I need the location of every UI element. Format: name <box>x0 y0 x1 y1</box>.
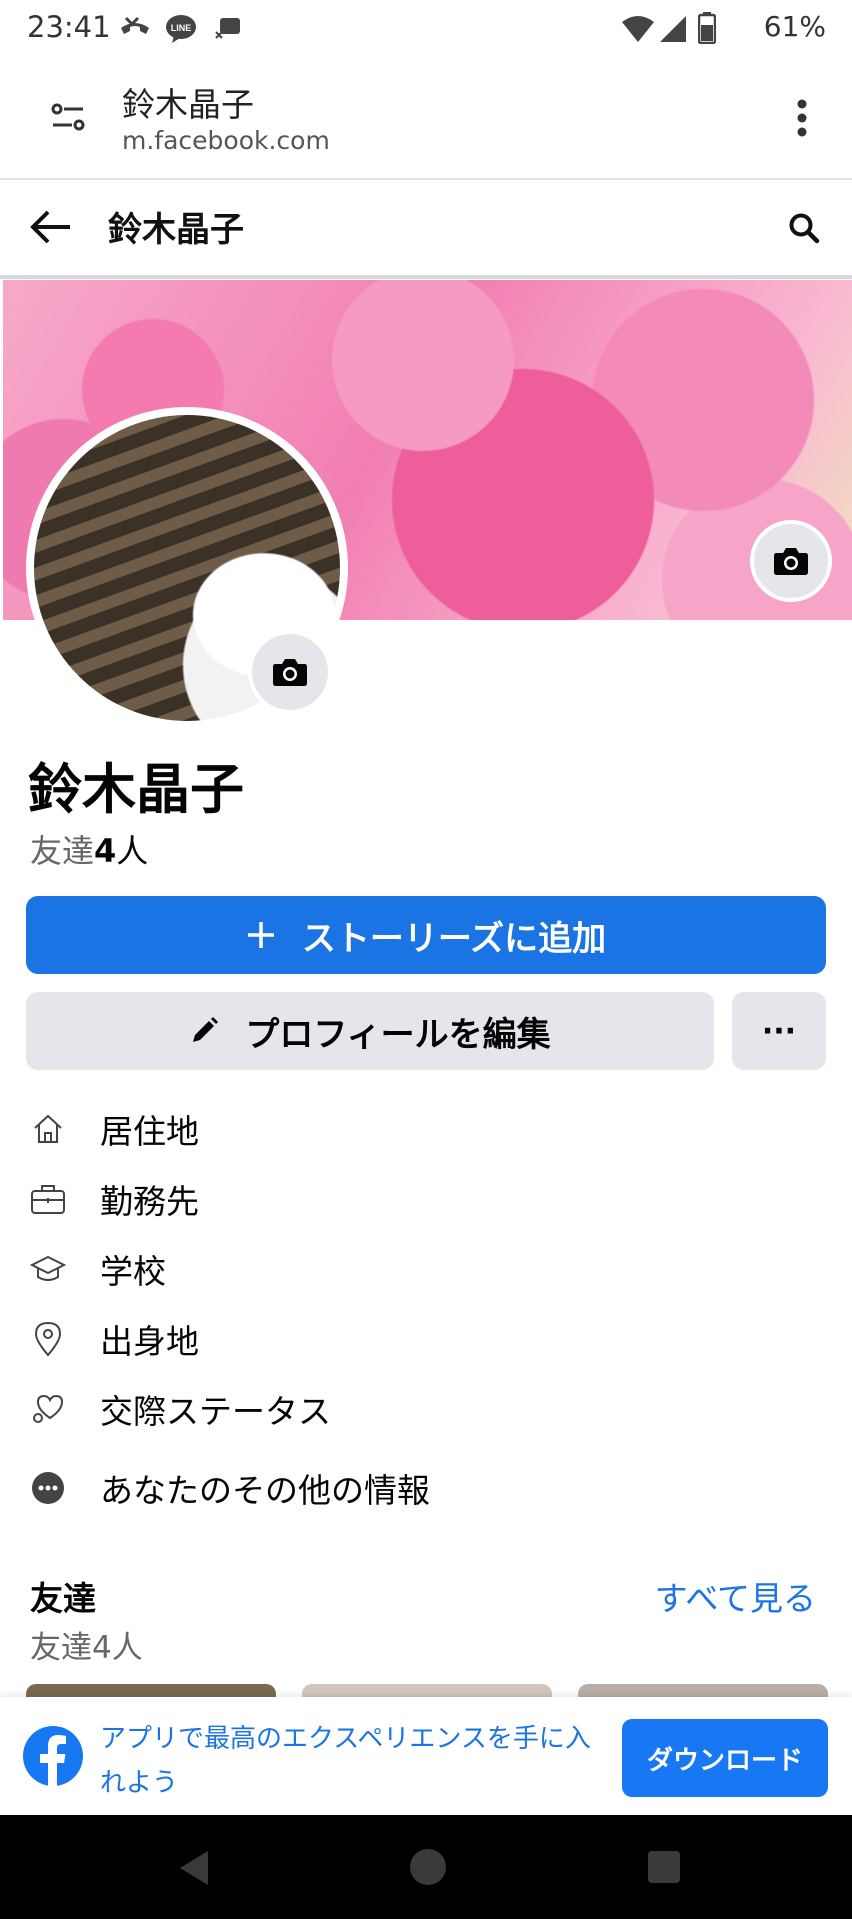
nav-home-icon[interactable] <box>408 1847 448 1887</box>
info-relationship[interactable]: 交際ステータス <box>28 1379 818 1439</box>
info-label: 居住地 <box>100 1112 199 1151</box>
info-label: 学校 <box>100 1252 166 1291</box>
site-settings-icon[interactable] <box>50 100 86 136</box>
camera-icon <box>273 659 307 686</box>
app-header: 鈴木晶子 <box>0 180 852 279</box>
info-workplace[interactable]: 勤務先 <box>28 1169 818 1229</box>
friends-count: 4 <box>94 832 117 870</box>
signal-icon <box>660 16 686 42</box>
heart-icon <box>28 1389 68 1429</box>
svg-text:LINE: LINE <box>171 23 192 33</box>
browser-page-title: 鈴木晶子 <box>122 85 254 124</box>
info-label: 勤務先 <box>100 1182 199 1221</box>
nav-recents-icon[interactable] <box>646 1849 682 1885</box>
missed-call-icon <box>121 16 149 34</box>
app-promo-banner: アプリで最高のエクスペリエンスを手に入れよう ダウンロード <box>0 1697 852 1815</box>
info-label: 出身地 <box>100 1322 199 1361</box>
download-button[interactable]: ダウンロード <box>622 1719 828 1797</box>
info-label: あなたのその他の情報 <box>100 1471 430 1510</box>
wifi-icon <box>622 16 654 42</box>
briefcase-icon <box>28 1179 68 1219</box>
info-residence[interactable]: 居住地 <box>28 1099 818 1159</box>
camera-icon <box>774 548 808 575</box>
back-arrow-icon[interactable] <box>30 208 72 246</box>
battery-icon <box>698 12 716 44</box>
more-options-icon: ··· <box>761 1013 797 1049</box>
notification-icon <box>215 18 240 39</box>
info-hometown[interactable]: 出身地 <box>28 1309 818 1369</box>
friends-label: 友達 <box>30 832 95 870</box>
edit-profile-label: プロフィールを編集 <box>245 1014 551 1055</box>
friends-section-title: 友達 <box>30 1579 96 1618</box>
header-title: 鈴木晶子 <box>108 210 244 250</box>
avatar-camera-button[interactable] <box>248 630 332 714</box>
more-options-button[interactable]: ··· <box>732 992 826 1070</box>
add-story-button[interactable]: ストーリーズに追加 <box>26 896 826 974</box>
info-label: 交際ステータス <box>100 1392 331 1431</box>
line-icon: LINE <box>166 15 196 43</box>
status-bar: 23:41 LINE 61% <box>0 0 852 58</box>
system-navigation-bar <box>0 1815 852 1919</box>
browser-bar: 鈴木晶子 m.facebook.com <box>0 58 852 181</box>
battery-percent: 61% <box>763 10 826 43</box>
friends-section-count: 友達4人 <box>30 1630 143 1666</box>
plus-icon <box>247 922 274 948</box>
edit-profile-button[interactable]: プロフィールを編集 <box>26 992 714 1070</box>
graduation-cap-icon <box>28 1249 68 1289</box>
profile-name: 鈴木晶子 <box>28 758 244 821</box>
facebook-logo-icon <box>23 1726 83 1787</box>
browser-url[interactable]: m.facebook.com <box>122 126 330 155</box>
app-promo-text[interactable]: アプリで最高のエクスペリエンスを手に入れよう <box>100 1717 600 1805</box>
info-more[interactable]: あなたのその他の情報 <box>28 1458 818 1518</box>
browser-menu-icon[interactable] <box>796 98 808 138</box>
info-school[interactable]: 学校 <box>28 1239 818 1299</box>
home-icon <box>28 1109 68 1149</box>
see-all-friends-link[interactable]: すべて見る <box>655 1572 816 1620</box>
pencil-icon <box>193 1017 219 1042</box>
cover-camera-button[interactable] <box>750 520 832 602</box>
friends-count-line[interactable]: 友達4人 <box>30 826 148 872</box>
location-pin-icon <box>28 1319 68 1359</box>
friends-unit: 人 <box>116 832 149 870</box>
add-story-label: ストーリーズに追加 <box>301 918 607 959</box>
status-time: 23:41 <box>27 10 111 44</box>
search-icon[interactable] <box>788 212 820 244</box>
more-circle-icon <box>28 1468 68 1508</box>
nav-back-icon[interactable] <box>176 1849 212 1887</box>
